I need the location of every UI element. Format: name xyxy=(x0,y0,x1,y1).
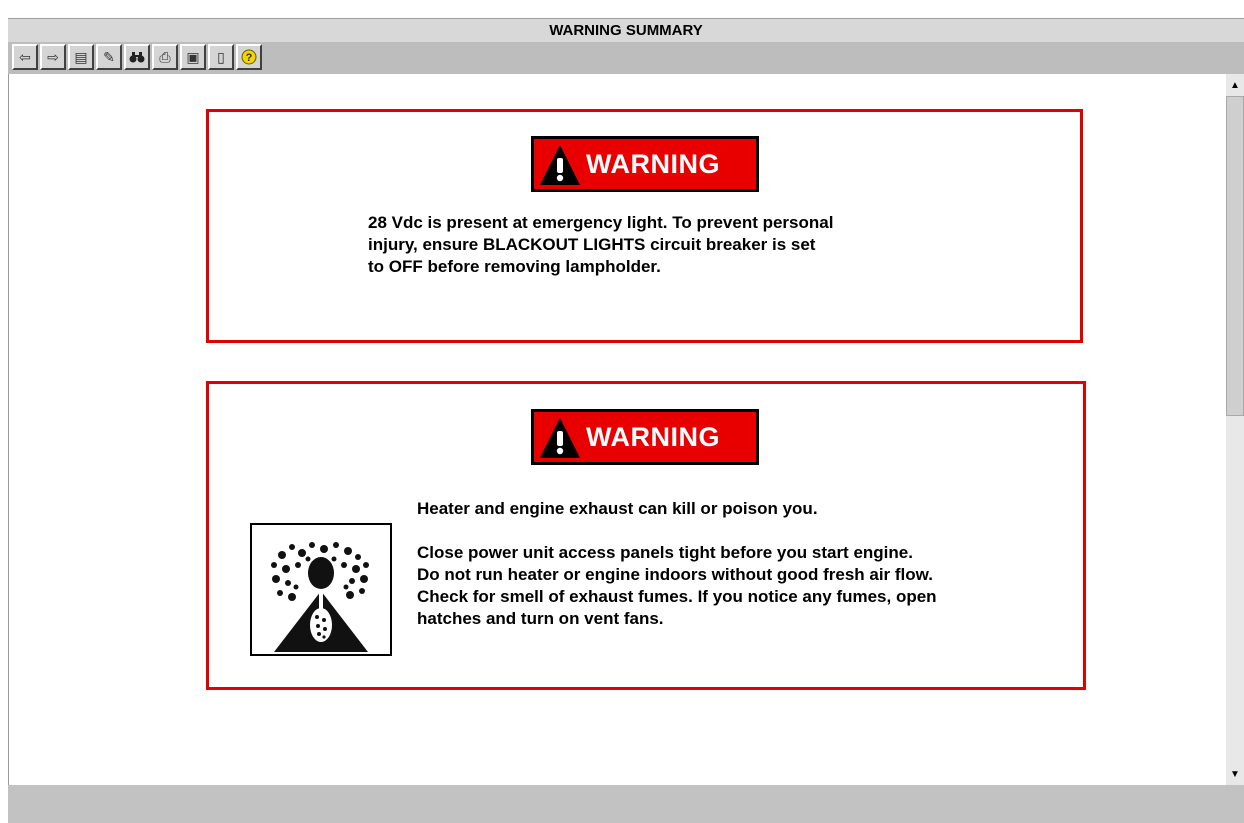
warning-2-line-1: Close power unit access panels tight bef… xyxy=(417,543,913,562)
toolbar: ⇦ ⇨ ▤ ✎ ⎙ ▣ ▯ ? xyxy=(12,44,262,70)
help-button[interactable]: ? xyxy=(236,44,262,70)
scroll-down-arrow-icon[interactable]: ▼ xyxy=(1226,765,1244,783)
warning-1-line-2: injury, ensure BLACKOUT LIGHTS circuit b… xyxy=(368,235,816,254)
scroll-thumb[interactable] xyxy=(1226,96,1244,416)
toxic-fumes-person-icon xyxy=(271,542,369,652)
back-arrow-icon: ⇦ xyxy=(19,49,31,65)
warning-2-paragraph-1: Heater and engine exhaust can kill or po… xyxy=(417,499,818,518)
warning-2-line-3: Check for smell of exhaust fumes. If you… xyxy=(417,587,937,606)
find-button[interactable] xyxy=(124,44,150,70)
app-window: WARNING SUMMARY ⇦ ⇨ ▤ ✎ ⎙ ▣ ▯ ? WARNING … xyxy=(0,0,1244,823)
forward-arrow-icon: ⇨ xyxy=(47,49,59,65)
exit-door-icon: ▯ xyxy=(217,49,225,65)
warning-label-2: WARNING xyxy=(586,422,720,452)
warning-1-line-1: 28 Vdc is present at emergency light. To… xyxy=(368,213,834,232)
scroll-up-arrow-icon[interactable]: ▲ xyxy=(1226,76,1244,94)
toc-index-icon: ▤ xyxy=(74,49,88,65)
pencil-icon: ✎ xyxy=(103,49,115,65)
warning-badge-1: WARNING xyxy=(531,136,759,192)
bookmark-button[interactable]: ▣ xyxy=(180,44,206,70)
exclamation-triangle-icon xyxy=(540,145,580,185)
binoculars-icon xyxy=(129,52,145,63)
warning-badge-2: WARNING xyxy=(531,409,759,465)
vertical-scrollbar[interactable]: ▲ ▼ xyxy=(1226,74,1244,785)
warning-label-1: WARNING xyxy=(586,149,720,179)
window-title: WARNING SUMMARY xyxy=(8,18,1244,43)
bookmark-icon: ▣ xyxy=(186,49,200,65)
print-icon: ⎙ xyxy=(159,49,171,65)
warning-text-1: 28 Vdc is present at emergency light. To… xyxy=(368,212,988,278)
print-button[interactable]: ⎙ xyxy=(152,44,178,70)
svg-text:?: ? xyxy=(246,52,253,64)
warning-2-line-2: Do not run heater or engine indoors with… xyxy=(417,565,933,584)
exhaust-hazard-image xyxy=(250,523,392,656)
exit-button[interactable]: ▯ xyxy=(208,44,234,70)
help-icon: ? xyxy=(241,49,257,65)
toc-button[interactable]: ▤ xyxy=(68,44,94,70)
warning-1-line-3: to OFF before removing lampholder. xyxy=(368,257,661,276)
forward-button[interactable]: ⇨ xyxy=(40,44,66,70)
warning-text-2: Heater and engine exhaust can kill or po… xyxy=(417,498,1057,630)
exclamation-triangle-icon xyxy=(540,418,580,458)
warning-2-line-4: hatches and turn on vent fans. xyxy=(417,609,664,628)
annotate-button[interactable]: ✎ xyxy=(96,44,122,70)
back-button[interactable]: ⇦ xyxy=(12,44,38,70)
status-bar xyxy=(8,785,1244,823)
